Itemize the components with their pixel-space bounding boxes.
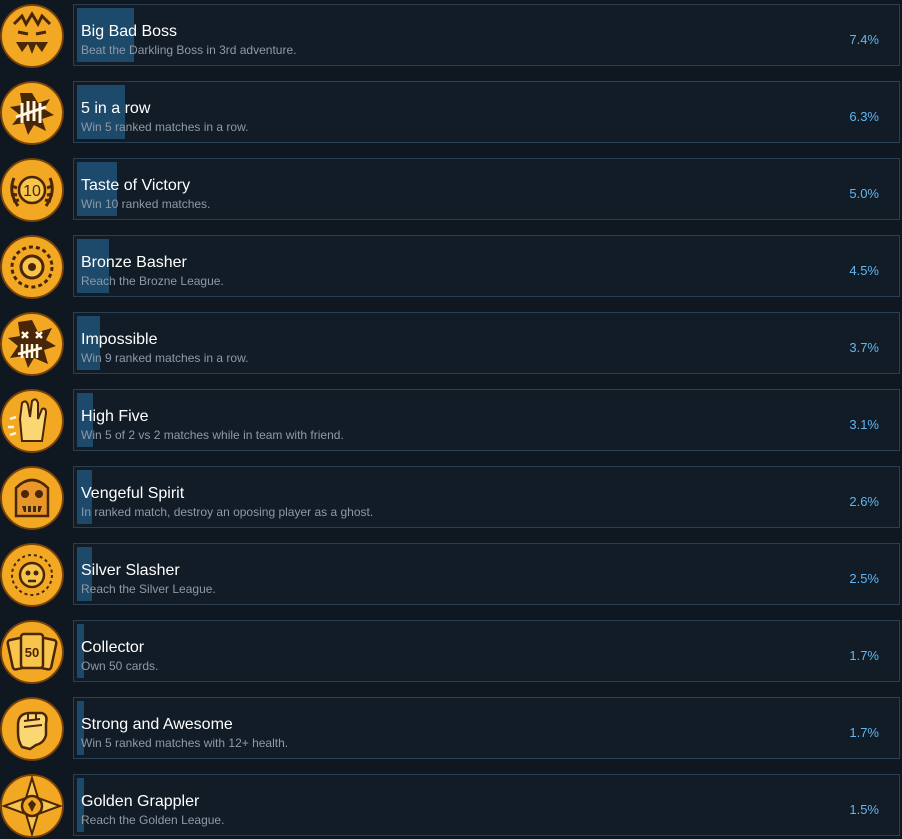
achievement-row-high-five[interactable]: High Five Win 5 of 2 vs 2 matches while … — [0, 389, 902, 453]
achievement-percent: 1.7% — [849, 648, 879, 663]
achievement-percent: 1.5% — [849, 802, 879, 817]
achievement-panel: Taste of Victory Win 10 ranked matches. … — [73, 158, 900, 220]
achievement-title: Impossible — [81, 331, 158, 348]
achievement-description: Win 5 ranked matches with 12+ health. — [81, 736, 289, 750]
achievement-title: Vengeful Spirit — [81, 485, 185, 502]
achievement-panel: Collector Own 50 cards. 1.7% — [73, 620, 900, 682]
achievement-panel: 5 in a row Win 5 ranked matches in a row… — [73, 81, 900, 143]
achievement-row-vengeful-spirit[interactable]: Vengeful Spirit In ranked match, destroy… — [0, 466, 902, 530]
achievement-percent: 6.3% — [849, 109, 879, 124]
fist-icon — [0, 697, 64, 761]
skull-sun-emblem-icon — [0, 543, 64, 607]
achievement-row-impossible[interactable]: Impossible Win 9 ranked matches in a row… — [0, 312, 902, 376]
bronze-emblem-icon — [0, 235, 64, 299]
achievement-panel: High Five Win 5 of 2 vs 2 matches while … — [73, 389, 900, 451]
achievement-percent: 2.6% — [849, 494, 879, 509]
achievement-panel: Bronze Basher Reach the Brozne League. 4… — [73, 235, 900, 297]
achievement-row-golden-grappler[interactable]: Golden Grappler Reach the Golden League.… — [0, 774, 902, 838]
achievement-description: Win 10 ranked matches. — [81, 197, 211, 211]
achievement-description: Win 5 of 2 vs 2 matches while in team wi… — [81, 428, 344, 442]
achievement-list: Big Bad Boss Beat the Darkling Boss in 3… — [0, 0, 902, 839]
achievement-row-strong-and-awesome[interactable]: Strong and Awesome Win 5 ranked matches … — [0, 697, 902, 761]
achievement-title: Silver Slasher — [81, 562, 180, 579]
achievement-title: Taste of Victory — [81, 177, 191, 194]
achievement-row-collector[interactable]: 50 Collector Own 50 cards. 1.7% — [0, 620, 902, 684]
achievement-row-silver-slasher[interactable]: Silver Slasher Reach the Silver League. … — [0, 543, 902, 607]
achievement-description: Reach the Golden League. — [81, 813, 225, 827]
dead-face-tally-icon — [0, 312, 64, 376]
achievement-percent: 2.5% — [849, 571, 879, 586]
icon-text: 10 — [23, 183, 41, 200]
achievement-percent: 3.7% — [849, 340, 879, 355]
laurel-ten-icon: 10 — [0, 158, 64, 222]
achievement-title: 5 in a row — [81, 100, 151, 117]
ghost-face-icon — [0, 466, 64, 530]
achievement-description: Own 50 cards. — [81, 659, 159, 673]
achievement-panel: Vengeful Spirit In ranked match, destroy… — [73, 466, 900, 528]
achievement-panel: Big Bad Boss Beat the Darkling Boss in 3… — [73, 4, 900, 66]
boss-face-icon — [0, 4, 64, 68]
achievement-panel: Silver Slasher Reach the Silver League. … — [73, 543, 900, 605]
achievement-row-taste-of-victory[interactable]: 10 Taste of Victory Win 10 ranked matche… — [0, 158, 902, 222]
achievement-panel: Golden Grappler Reach the Golden League.… — [73, 774, 900, 836]
achievement-title: High Five — [81, 408, 149, 425]
icon-text: 50 — [25, 645, 39, 660]
achievement-description: Beat the Darkling Boss in 3rd adventure. — [81, 43, 297, 57]
achievement-panel: Strong and Awesome Win 5 ranked matches … — [73, 697, 900, 759]
achievement-row-5-in-a-row[interactable]: 5 in a row Win 5 ranked matches in a row… — [0, 81, 902, 145]
achievement-description: In ranked match, destroy an oposing play… — [81, 505, 374, 519]
achievement-panel: Impossible Win 9 ranked matches in a row… — [73, 312, 900, 374]
achievement-description: Reach the Brozne League. — [81, 274, 224, 288]
tally-marks-icon — [0, 81, 64, 145]
achievement-percent: 7.4% — [849, 32, 879, 47]
achievement-description: Win 5 ranked matches in a row. — [81, 120, 249, 134]
achievement-title: Golden Grappler — [81, 793, 200, 810]
achievement-row-bronze-basher[interactable]: Bronze Basher Reach the Brozne League. 4… — [0, 235, 902, 299]
achievement-percent: 5.0% — [849, 186, 879, 201]
achievement-title: Collector — [81, 639, 145, 656]
achievement-title: Strong and Awesome — [81, 716, 233, 733]
cards-fifty-icon: 50 — [0, 620, 64, 684]
achievement-description: Reach the Silver League. — [81, 582, 216, 596]
achievement-percent: 3.1% — [849, 417, 879, 432]
high-five-hand-icon — [0, 389, 64, 453]
achievement-row-big-bad-boss[interactable]: Big Bad Boss Beat the Darkling Boss in 3… — [0, 4, 902, 68]
achievement-title: Big Bad Boss — [81, 23, 178, 40]
achievement-description: Win 9 ranked matches in a row. — [81, 351, 249, 365]
achievement-title: Bronze Basher — [81, 254, 187, 271]
achievement-percent: 1.7% — [849, 725, 879, 740]
gold-star-emblem-icon — [0, 774, 64, 838]
achievement-percent: 4.5% — [849, 263, 879, 278]
